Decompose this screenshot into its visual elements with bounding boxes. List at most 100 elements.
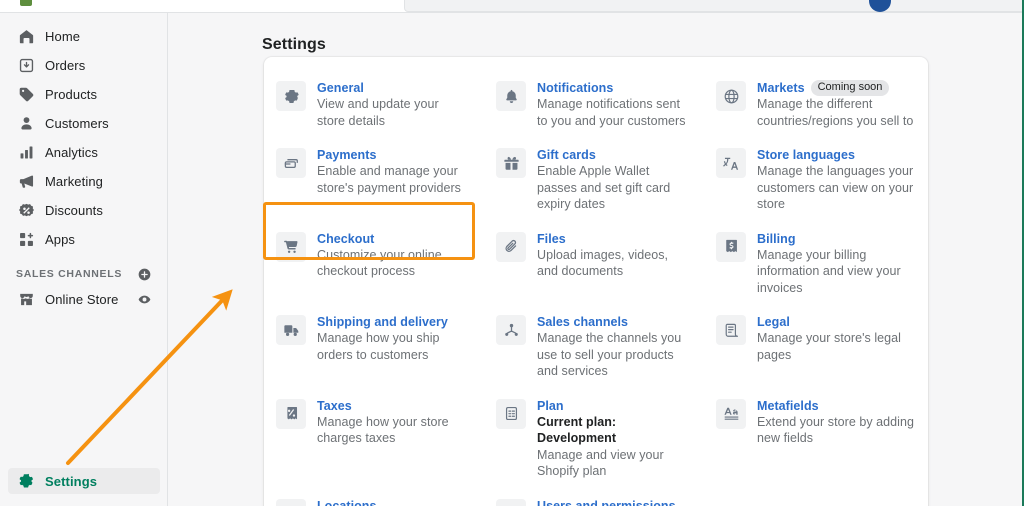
settings-item-title[interactable]: Sales channels — [537, 314, 628, 330]
products-tag-icon — [16, 84, 36, 104]
customers-person-icon — [16, 113, 36, 133]
settings-item-title-row: Markets Coming soon — [757, 80, 914, 96]
settings-item-body: General View and update your store detail… — [317, 80, 470, 129]
bell-icon — [496, 81, 526, 111]
sidebar-item-analytics[interactable]: Analytics — [8, 140, 159, 164]
settings-item-notifications[interactable]: Notifications Manage notifications sent t… — [484, 71, 704, 138]
gear-icon — [276, 81, 306, 111]
settings-item-billing[interactable]: Billing Manage your billing information a… — [704, 222, 928, 306]
settings-item-title-row: Payments — [317, 147, 470, 163]
settings-item-body: Sales channels Manage the channels you us… — [537, 314, 690, 380]
settings-item-description: Manage your billing information and view… — [757, 247, 901, 295]
settings-item-payments[interactable]: Payments Enable and manage your store's p… — [264, 138, 484, 222]
sales-channels-nodes-icon — [496, 315, 526, 345]
paperclip-icon — [496, 231, 526, 262]
sidebar-item-label: Analytics — [45, 144, 98, 160]
settings-item-description: Extend your store by adding new fields — [757, 414, 915, 446]
settings-item-markets[interactable]: Markets Coming soon Manage the different c… — [704, 71, 928, 138]
sidebar-item-label: Marketing — [45, 173, 103, 189]
delivery-truck-icon — [276, 315, 306, 345]
settings-item-body: Shipping and delivery Manage how you ship… — [317, 314, 470, 363]
sidebar-item-apps[interactable]: Apps — [8, 227, 159, 251]
gear-icon — [16, 471, 36, 491]
sidebar-item-label: Customers — [45, 115, 109, 131]
settings-item-description: Manage notifications sent to you and you… — [537, 97, 686, 128]
settings-item-title-row: Shipping and delivery — [317, 314, 470, 330]
sidebar-item-label: Orders — [45, 57, 86, 73]
shopify-logo[interactable] — [20, 0, 32, 6]
settings-item-title[interactable]: Notifications — [537, 80, 613, 96]
settings-item-title[interactable]: Taxes — [317, 398, 352, 414]
settings-card: General View and update your store detail… — [264, 57, 928, 506]
settings-item-title[interactable]: Legal — [757, 314, 790, 330]
settings-item-description: Manage how your store charges taxes — [317, 414, 449, 446]
sidebar-item-orders[interactable]: Orders — [8, 53, 159, 77]
sales-channels-section-header: SALES CHANNELS — [8, 263, 159, 285]
global-search-input[interactable] — [404, 0, 1024, 12]
sidebar-item-settings[interactable]: Settings — [8, 468, 160, 494]
sidebar-item-customers[interactable]: Customers — [8, 111, 159, 135]
settings-item-title[interactable]: Billing — [757, 231, 796, 247]
settings-item-body: Plan Current plan: Development Manage and … — [537, 398, 690, 480]
settings-item-title[interactable]: Metafields — [757, 398, 819, 414]
settings-item-body: Users and permissionsManage what users c… — [537, 498, 690, 506]
settings-item-body: Billing Manage your billing information a… — [757, 231, 914, 297]
eye-icon[interactable] — [138, 293, 151, 306]
settings-item-body: Taxes Manage how your store charges taxes — [317, 398, 470, 447]
receipt-dollar-icon — [716, 231, 746, 262]
settings-item-title[interactable]: Shipping and delivery — [317, 314, 448, 330]
settings-item-description: View and update your store details — [317, 97, 439, 128]
settings-item-title-row: Taxes — [317, 398, 470, 414]
settings-item-title[interactable]: Markets — [757, 80, 805, 96]
settings-item-body: Checkout Customize your online checkout p… — [317, 231, 470, 280]
settings-item-description: Enable Apple Wallet passes and set gift … — [537, 164, 671, 211]
settings-item-metafields[interactable]: Metafields Extend your store by adding ne… — [704, 389, 928, 489]
settings-item-highlight-text: Current plan: Development — [537, 414, 617, 446]
settings-item-title[interactable]: Payments — [317, 147, 376, 163]
settings-item-plan[interactable]: Plan Current plan: Development Manage and … — [484, 389, 704, 489]
settings-item-title-row: Notifications — [537, 80, 690, 96]
settings-item-legal[interactable]: Legal Manage your store's legal pages — [704, 305, 928, 389]
plus-circle-icon[interactable] — [138, 268, 151, 281]
settings-item-checkout[interactable]: Checkout Customize your online checkout p… — [264, 222, 484, 306]
settings-item-body: Markets Coming soon Manage the different c… — [757, 80, 914, 129]
shopping-cart-icon — [276, 231, 306, 262]
payment-card-icon — [276, 148, 306, 178]
sidebar-item-products[interactable]: Products — [8, 82, 159, 106]
sidebar-item-label: Home — [45, 28, 81, 44]
sales-channels-list: Online Store — [0, 287, 167, 311]
settings-item-store-languages[interactable]: Store languages Manage the languages your… — [704, 138, 928, 222]
settings-item-title[interactable]: Store languages — [757, 147, 855, 163]
analytics-bars-icon — [16, 142, 36, 162]
settings-item-title-row: Gift cards — [537, 147, 690, 163]
settings-item-shipping-and-delivery[interactable]: Shipping and delivery Manage how you ship… — [264, 305, 484, 389]
settings-item-title-row: Store languages — [757, 147, 914, 163]
discounts-percent-icon — [16, 200, 36, 220]
sidebar-item-marketing[interactable]: Marketing — [8, 169, 159, 193]
sidebar-channel-online-store[interactable]: Online Store — [8, 287, 159, 311]
settings-item-gift-cards[interactable]: Gift cards Enable Apple Wallet passes and… — [484, 138, 704, 222]
sidebar-nav-list: Home Orders Products Customers Analytics Mark… — [0, 13, 167, 251]
settings-item-locations[interactable]: LocationsManage the places you stock inv… — [264, 489, 484, 506]
settings-item-files[interactable]: Files Upload images, videos, and document… — [484, 222, 704, 306]
sidebar-item-home[interactable]: Home — [8, 24, 159, 48]
sidebar-item-label: Discounts — [45, 202, 103, 218]
sidebar-item-discounts[interactable]: Discounts — [8, 198, 159, 222]
sidebar-item-label: Products — [45, 86, 98, 102]
settings-item-title[interactable]: Users and permissions — [537, 498, 676, 506]
settings-item-title[interactable]: Gift cards — [537, 147, 596, 163]
settings-item-title[interactable]: Checkout — [317, 231, 374, 247]
settings-item-title[interactable]: Files — [537, 231, 566, 247]
settings-item-description: Manage the languages your customers can … — [757, 164, 914, 211]
settings-item-users-and-permissions[interactable]: Users and permissionsManage what users c… — [484, 489, 704, 506]
settings-item-general[interactable]: General View and update your store detail… — [264, 71, 484, 138]
globe-icon — [716, 81, 746, 111]
settings-item-body: LocationsManage the places you stock inv… — [317, 498, 470, 506]
settings-item-title[interactable]: Locations — [317, 498, 376, 506]
settings-item-taxes[interactable]: Taxes Manage how your store charges taxes — [264, 389, 484, 489]
settings-item-title-row: General — [317, 80, 470, 96]
settings-item-sales-channels[interactable]: Sales channels Manage the channels you us… — [484, 305, 704, 389]
settings-item-title[interactable]: Plan — [537, 398, 564, 414]
settings-item-title[interactable]: General — [317, 80, 364, 96]
settings-item-body: Payments Enable and manage your store's p… — [317, 147, 470, 196]
